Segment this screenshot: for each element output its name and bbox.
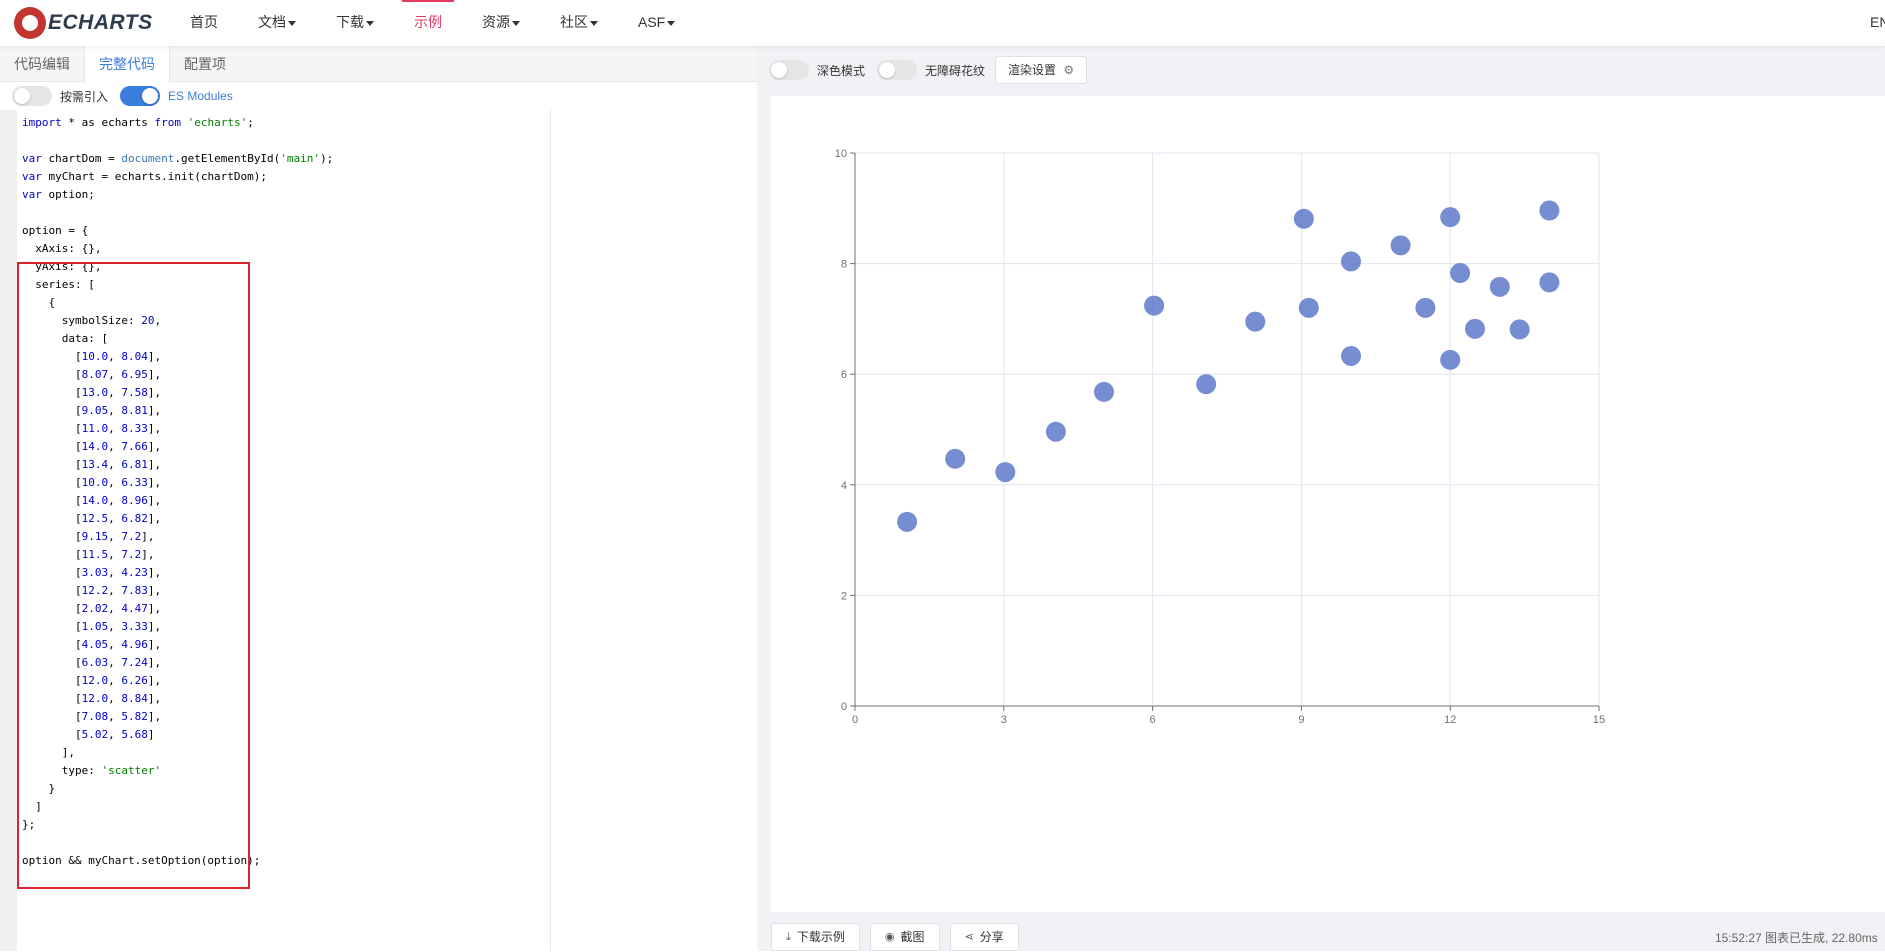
logo-text: ECHARTS bbox=[48, 11, 153, 34]
scatter-point bbox=[945, 448, 966, 469]
scatter-chart: 0 3 6 9 12 15 0 2 4 6 8 10 bbox=[835, 148, 1605, 726]
scatter-point bbox=[1440, 207, 1461, 228]
es-modules-toggle[interactable] bbox=[120, 86, 161, 106]
import-toggles: 按需引入 ES Modules bbox=[0, 82, 757, 110]
nav-item-label: 首页 bbox=[190, 14, 218, 30]
download-example-button[interactable]: ⤓ 下载示例 bbox=[771, 923, 860, 951]
preview-panel: 深色模式 无障碍花纹 渲染设置 ⚙ 0 3 6 9 12 15 0 2 4 6 8 10 ⤓ 下载示例… bbox=[757, 46, 1885, 951]
share-button[interactable]: ⋖ 分享 bbox=[949, 923, 1019, 951]
y-tick-label: 2 bbox=[841, 590, 847, 602]
editor-gutter bbox=[0, 110, 17, 951]
x-tick-label: 0 bbox=[852, 714, 858, 726]
download-example-label: 下载示例 bbox=[796, 930, 845, 944]
scatter-point bbox=[1390, 235, 1411, 256]
print-margin bbox=[550, 110, 551, 951]
download-icon: ⤓ bbox=[786, 931, 791, 943]
code-panel: 代码编辑 完整代码 配置项 按需引入 ES Modules import * as … bbox=[0, 46, 757, 951]
scatter-point bbox=[1415, 297, 1436, 318]
es-modules-label: ES Modules bbox=[168, 89, 233, 103]
nav-item-label: 下载 bbox=[336, 14, 364, 30]
screenshot-button[interactable]: ◉ 截图 bbox=[869, 923, 940, 951]
x-tick-label: 9 bbox=[1298, 714, 1304, 726]
nav-item-0[interactable]: 首页 bbox=[190, 0, 218, 46]
scatter-point bbox=[1341, 251, 1361, 272]
scatter-point bbox=[897, 511, 918, 532]
share-icon: ⋖ bbox=[964, 931, 974, 943]
x-tick-label: 6 bbox=[1150, 714, 1156, 726]
scatter-point bbox=[1539, 272, 1560, 293]
gear-icon: ⚙ bbox=[1063, 63, 1075, 77]
y-tick-label: 0 bbox=[841, 701, 847, 713]
nav-item-label: 资源 bbox=[482, 14, 510, 30]
scatter-point bbox=[1045, 421, 1066, 442]
scatter-point bbox=[1440, 349, 1461, 370]
nav-item-2[interactable]: 下载 bbox=[336, 0, 374, 46]
nav-menu: 首页 文档 下载 示例 资源 社区 ASF bbox=[190, 0, 715, 46]
aria-pattern-label: 无障碍花纹 bbox=[925, 63, 986, 78]
screenshot-label: 截图 bbox=[900, 930, 925, 944]
code-content[interactable]: import * as echarts from 'echarts'; var … bbox=[22, 114, 333, 870]
scatter-point bbox=[1298, 297, 1319, 318]
nav-item-4[interactable]: 资源 bbox=[482, 0, 520, 46]
nav-item-label: 示例 bbox=[414, 14, 442, 30]
tab-0[interactable]: 代码编辑 bbox=[0, 46, 84, 82]
code-editor[interactable]: import * as echarts from 'echarts'; var … bbox=[0, 110, 757, 951]
scatter-point bbox=[1093, 381, 1114, 402]
on-demand-import-toggle[interactable] bbox=[12, 86, 52, 106]
preview-actions: ⤓ 下载示例 ◉ 截图 ⋖ 分享 15:52:27 图表已生成, 22.80ms bbox=[771, 922, 1885, 952]
dark-mode-label: 深色模式 bbox=[817, 63, 866, 78]
scatter-point bbox=[1539, 200, 1560, 221]
share-label: 分享 bbox=[979, 930, 1004, 944]
camera-icon: ◉ bbox=[884, 931, 895, 943]
y-tick-label: 10 bbox=[835, 148, 847, 160]
language-switch[interactable]: EN bbox=[1870, 14, 1885, 30]
scatter-point bbox=[995, 462, 1016, 483]
scatter-point bbox=[1465, 318, 1485, 339]
y-tick-label: 8 bbox=[841, 259, 847, 271]
x-tick-label: 12 bbox=[1444, 714, 1456, 726]
chevron-down-icon bbox=[288, 20, 296, 26]
nav-item-label: ASF bbox=[638, 14, 666, 30]
scatter-point bbox=[1450, 263, 1471, 284]
scatter-point bbox=[1196, 374, 1217, 395]
nav-item-label: 文档 bbox=[258, 14, 286, 30]
render-settings-label: 渲染设置 bbox=[1008, 63, 1057, 77]
nav-item-6[interactable]: ASF bbox=[638, 0, 676, 46]
nav-item-1[interactable]: 文档 bbox=[258, 0, 296, 46]
logo-icon bbox=[14, 7, 46, 39]
nav-item-3[interactable]: 示例 bbox=[402, 0, 454, 46]
scatter-point bbox=[1341, 345, 1361, 366]
tab-2[interactable]: 配置项 bbox=[170, 46, 240, 82]
aria-pattern-toggle[interactable] bbox=[877, 60, 918, 80]
chevron-down-icon bbox=[512, 20, 520, 26]
chart-container: 0 3 6 9 12 15 0 2 4 6 8 10 bbox=[771, 96, 1885, 912]
top-nav: ECHARTS 首页 文档 下载 示例 资源 社区 ASF EN bbox=[0, 0, 1885, 46]
preview-toolbar: 深色模式 无障碍花纹 渲染设置 ⚙ bbox=[757, 56, 1088, 84]
y-tick-label: 6 bbox=[841, 369, 847, 381]
dark-mode-toggle[interactable] bbox=[769, 60, 809, 80]
x-tick-label: 3 bbox=[1001, 714, 1007, 726]
nav-item-5[interactable]: 社区 bbox=[560, 0, 598, 46]
nav-item-label: 社区 bbox=[560, 14, 588, 30]
code-tabs: 代码编辑 完整代码 配置项 bbox=[0, 46, 757, 82]
scatter-point bbox=[1489, 276, 1510, 297]
chevron-down-icon bbox=[366, 20, 374, 26]
x-tick-label: 15 bbox=[1593, 714, 1605, 726]
scatter-point bbox=[1509, 319, 1530, 340]
render-settings-button[interactable]: 渲染设置 ⚙ bbox=[995, 56, 1088, 84]
scatter-point bbox=[1293, 208, 1314, 229]
chevron-down-icon bbox=[667, 20, 676, 26]
chevron-down-icon bbox=[590, 20, 598, 26]
echarts-logo[interactable]: ECHARTS bbox=[14, 6, 153, 40]
scatter-point bbox=[1245, 311, 1266, 332]
render-status: 15:52:27 图表已生成, 22.80ms bbox=[1715, 931, 1878, 945]
tab-1[interactable]: 完整代码 bbox=[84, 46, 170, 82]
on-demand-import-label: 按需引入 bbox=[60, 89, 109, 104]
y-tick-label: 4 bbox=[841, 480, 847, 492]
scatter-point bbox=[1144, 295, 1165, 316]
